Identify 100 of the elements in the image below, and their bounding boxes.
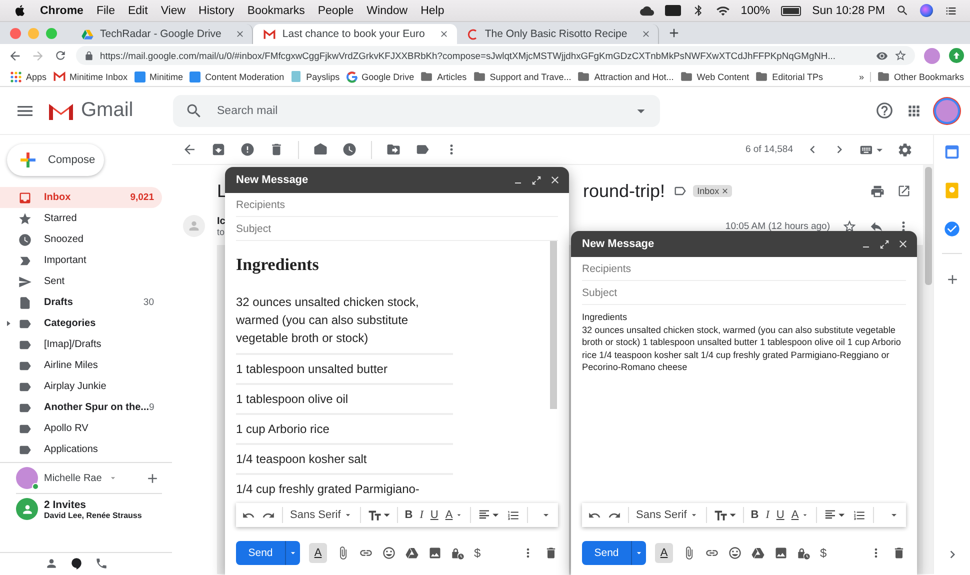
align-icon[interactable] [824,509,846,521]
send-button[interactable]: Send [236,541,285,565]
bookmark[interactable]: Other Bookmarks [876,70,964,83]
reload-icon[interactable] [54,49,67,62]
phone-icon[interactable] [94,557,108,570]
text-color-button[interactable]: A [445,509,463,521]
send-money-button[interactable]: $ [820,546,827,560]
star-icon[interactable] [894,49,907,62]
close-icon[interactable] [897,238,909,250]
close-icon[interactable] [438,29,449,39]
apple-menu-icon[interactable] [14,4,27,17]
font-select[interactable]: Sans Serif [290,509,353,521]
bookmark[interactable]: Articles [420,70,467,83]
settings-icon[interactable] [897,142,913,158]
sidebar-item[interactable]: [Imap]/Drafts [0,334,162,355]
discard-icon[interactable] [544,546,558,560]
lock-clock-icon[interactable] [451,546,465,560]
print-icon[interactable] [870,184,885,198]
account-avatar[interactable] [934,98,960,124]
app-menu[interactable]: Chrome [40,4,84,16]
send-options-button[interactable] [285,541,300,565]
cloud-icon[interactable] [640,4,654,18]
search-field[interactable]: Search mail [173,94,660,126]
send-options-button[interactable] [631,541,646,565]
sidebar-item[interactable]: Important [0,250,162,271]
star-icon[interactable] [842,218,857,234]
menu-item[interactable]: History [198,4,234,16]
browser-tab[interactable]: Last chance to book your Euro [253,24,457,44]
chat-icon[interactable] [70,557,82,570]
label-icon[interactable] [415,142,430,157]
help-icon[interactable] [875,101,894,120]
back-icon[interactable] [8,48,22,62]
bookmark[interactable]: Apps [10,70,47,82]
menu-item[interactable]: People [318,4,354,16]
bold-button[interactable]: B [750,509,759,521]
address-bar[interactable]: https://mail.google.com/mail/u/0/#inbox/FMfcgxwCggFjkwVrdZGrkvKFJXXBRbKh?compose=sJwlqtXMjcMSTWjjdhxGFgKmGDzCXTnbMkPsNWFXwXTCdJhFFPKpNqGMgNH... [76,46,915,65]
bookmark[interactable]: Payslips [290,70,340,83]
menu-item[interactable]: Window [366,4,408,16]
check-circle-icon[interactable] [944,221,960,237]
more-bookmarks-button[interactable]: » [858,72,871,82]
menu-item[interactable]: Help [420,4,444,16]
font-select[interactable]: Sans Serif [636,509,699,521]
sidebar-item[interactable]: Sent [0,271,162,292]
bookmark[interactable]: Google Drive [346,70,414,82]
menu-item[interactable]: View [160,4,186,16]
close-icon[interactable] [641,29,652,39]
emoji-icon[interactable] [382,546,396,560]
formatting-options-button[interactable]: A [309,543,327,563]
sidebar-item[interactable]: Airline Miles [0,355,162,376]
update-icon[interactable] [949,48,964,63]
mark-read-icon[interactable] [313,142,328,157]
lock-clock-icon[interactable] [797,546,811,560]
open-in-new-window-icon[interactable] [897,184,911,198]
sidebar-item[interactable]: Inbox 9,021 [0,187,162,208]
italic-button[interactable]: I [766,509,770,521]
contacts-icon[interactable] [44,557,58,570]
account-name[interactable]: Michelle Rae [44,472,102,484]
numbered-list-icon[interactable] [506,508,520,522]
photo-icon[interactable] [774,546,788,560]
menubar-clock[interactable]: Sun 10:28 PM [812,4,885,16]
expand-arrow-icon[interactable] [4,319,13,328]
apps-grid-icon[interactable] [906,102,922,118]
search-icon[interactable] [896,4,909,17]
compose-button[interactable]: Compose [7,144,104,176]
italic-button[interactable]: I [420,509,424,521]
remove-label-icon[interactable] [721,187,730,195]
send-button[interactable]: Send [582,541,631,565]
scrollbar[interactable] [925,167,932,285]
search-icon[interactable] [185,102,203,120]
menu-item[interactable]: Bookmarks [247,4,305,16]
calendar-icon[interactable] [944,144,960,160]
profile-avatar[interactable] [924,48,940,64]
text-size-icon[interactable] [368,509,390,521]
bookmark[interactable]: Attraction and Hot... [577,70,674,83]
wifi-icon[interactable] [716,4,730,18]
spam-icon[interactable] [240,142,255,157]
bookmark[interactable]: Content Moderation [189,70,284,82]
orb-icon[interactable] [920,4,933,17]
underline-button[interactable]: U [430,509,438,521]
archive-icon[interactable] [211,142,226,157]
invite-icon[interactable] [16,498,38,520]
move-to-icon[interactable] [386,142,401,157]
formatting-options-button[interactable]: A [655,543,673,563]
sidebar-item[interactable]: Apollo RV [0,418,162,439]
user-avatar[interactable] [16,467,38,489]
battery-icon[interactable] [781,6,802,16]
sidebar-item[interactable]: Categories [0,313,162,334]
bookmark[interactable]: Minitime [134,70,184,82]
photo-icon[interactable] [428,546,442,560]
menu-item[interactable]: File [96,4,115,16]
sidebar-item[interactable]: Applications [0,439,162,460]
close-icon[interactable] [235,29,246,39]
bookmark[interactable]: Support and Trave... [472,70,572,83]
text-color-button[interactable]: A [791,509,809,521]
discard-icon[interactable] [892,546,906,560]
eye-icon[interactable] [876,50,888,62]
send-money-button[interactable]: $ [474,546,481,560]
expand-icon[interactable] [531,174,542,186]
menu-item[interactable]: Edit [128,4,148,16]
back-icon[interactable] [182,142,197,157]
